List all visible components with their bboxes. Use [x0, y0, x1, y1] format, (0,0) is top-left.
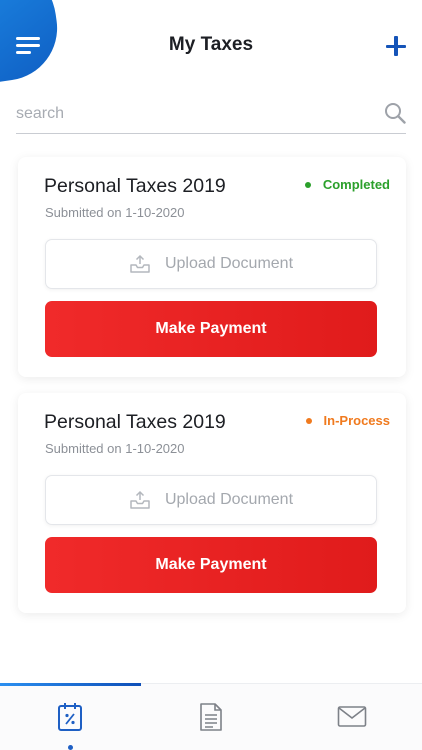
upload-icon: [130, 254, 150, 273]
plus-icon[interactable]: [386, 36, 406, 56]
tab-messages[interactable]: [282, 684, 422, 750]
mail-icon: [337, 706, 367, 727]
page-title: My Taxes: [168, 34, 254, 55]
make-payment-button[interactable]: Make Payment: [45, 537, 377, 593]
make-payment-button[interactable]: Make Payment: [45, 301, 377, 357]
status-dot-icon: [305, 417, 312, 424]
bottom-tab-bar: [0, 683, 422, 750]
upload-document-label: Upload Document: [164, 491, 294, 508]
tax-card: Personal Taxes 2019 Submitted on 1-10-20…: [18, 157, 406, 377]
tab-documents[interactable]: [141, 684, 281, 750]
status-dot-icon: [304, 181, 311, 188]
upload-document-button[interactable]: Upload Document: [45, 475, 377, 525]
upload-document-label: Upload Document: [164, 255, 294, 272]
card-title: Personal Taxes 2019: [44, 175, 226, 197]
document-icon: [200, 703, 222, 731]
upload-icon: [130, 490, 150, 509]
card-submitted-date: Submitted on 1-10-2020: [45, 205, 185, 220]
status-label: In-Process: [323, 413, 390, 428]
make-payment-label: Make Payment: [155, 556, 267, 573]
upload-document-button[interactable]: Upload Document: [45, 239, 377, 289]
search-bar: [16, 98, 406, 134]
search-input[interactable]: [16, 100, 366, 128]
make-payment-label: Make Payment: [155, 320, 267, 337]
tax-card: Personal Taxes 2019 Submitted on 1-10-20…: [18, 393, 406, 613]
tab-my-taxes[interactable]: [0, 684, 140, 750]
active-tab-dot: [67, 745, 73, 750]
status-badge: In-Process: [305, 413, 390, 428]
status-badge: Completed: [304, 177, 390, 192]
search-icon[interactable]: [384, 102, 406, 124]
card-submitted-date: Submitted on 1-10-2020: [45, 441, 185, 456]
status-label: Completed: [322, 177, 390, 192]
tax-calendar-icon: [58, 703, 82, 731]
card-title: Personal Taxes 2019: [44, 411, 226, 433]
